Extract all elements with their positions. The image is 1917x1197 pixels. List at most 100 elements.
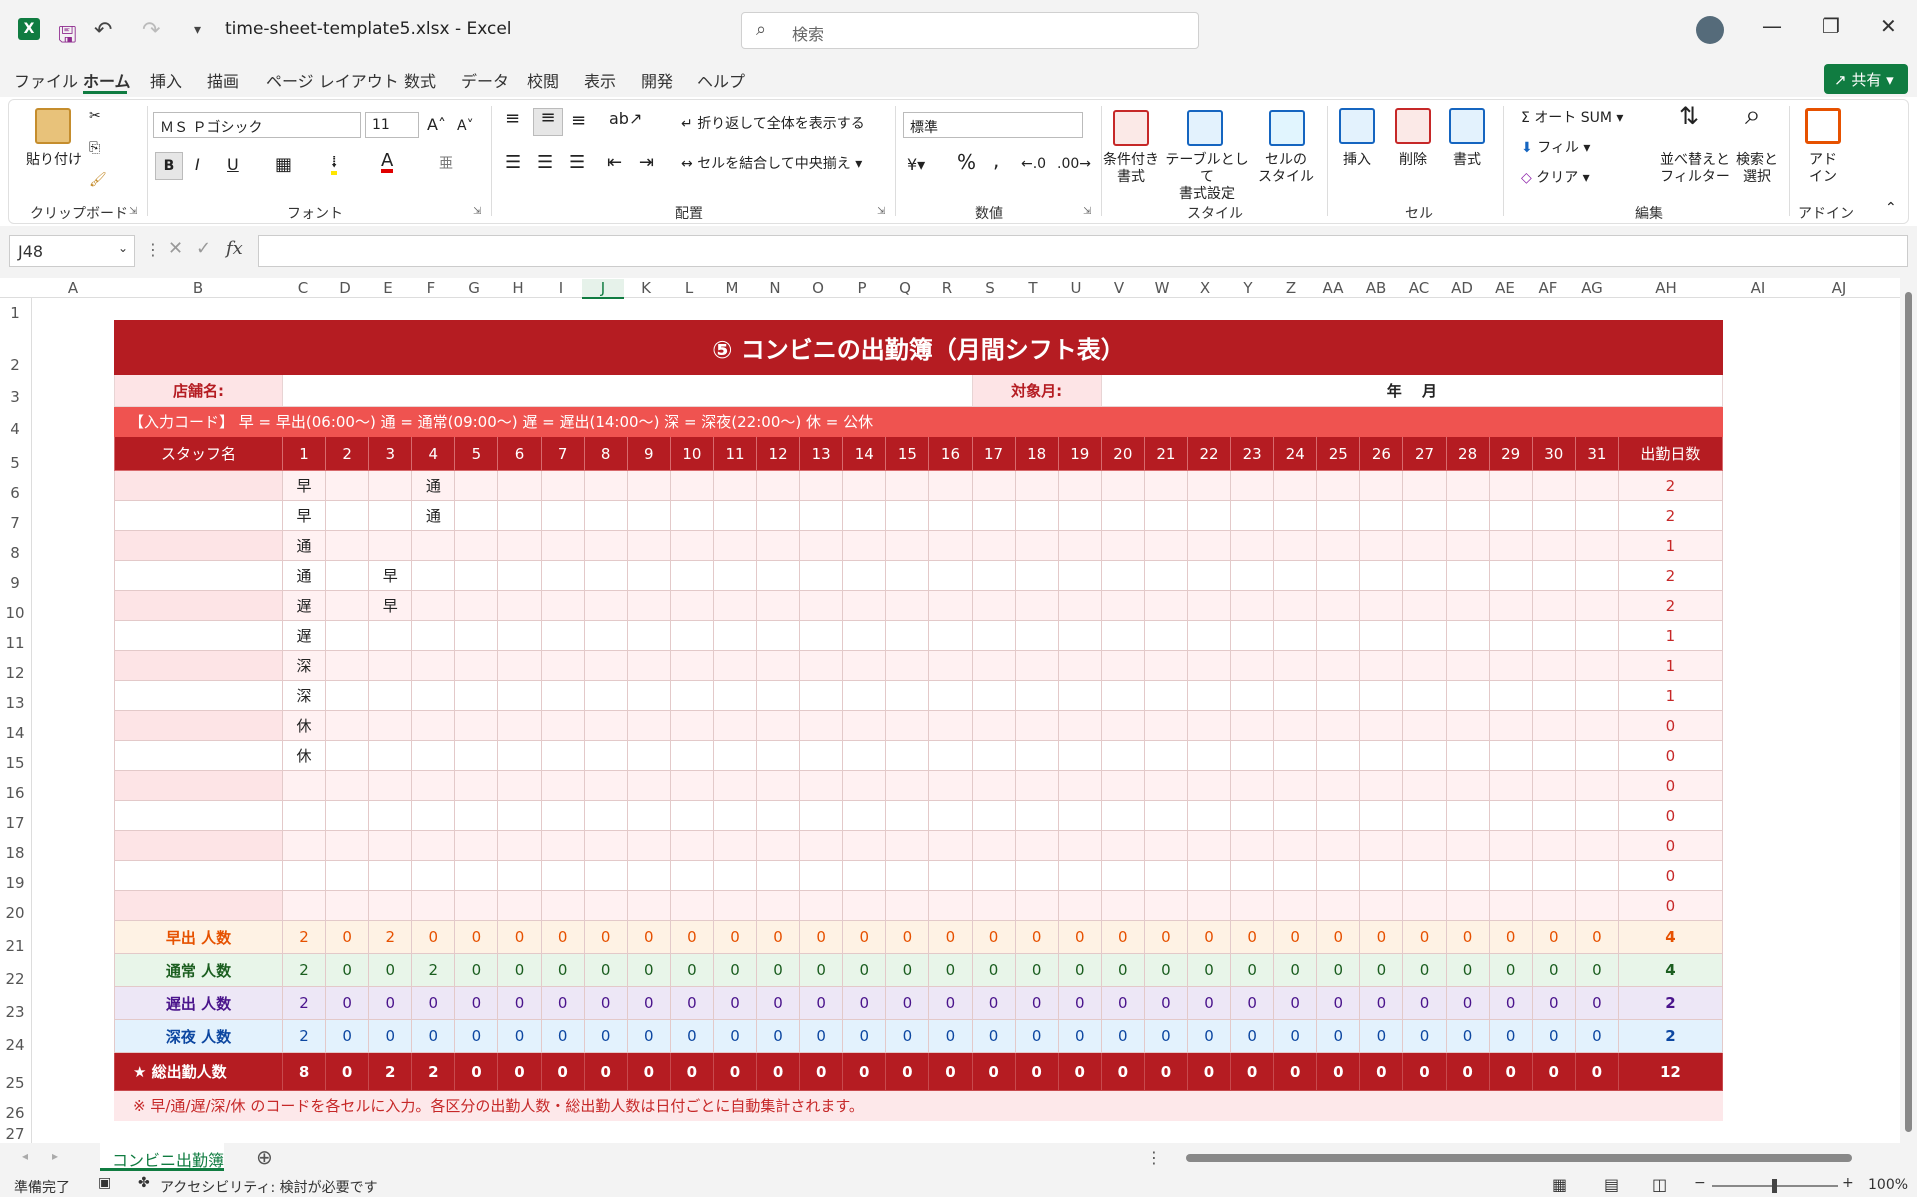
day-header[interactable]: 25: [1316, 436, 1361, 471]
shift-cell[interactable]: [1230, 680, 1275, 711]
shift-cell[interactable]: [1100, 650, 1145, 681]
shift-cell[interactable]: [540, 740, 585, 771]
shift-cell[interactable]: [799, 560, 844, 591]
column-header-n[interactable]: N: [754, 279, 796, 297]
work-days-cell[interactable]: 0: [1617, 830, 1723, 861]
shift-cell[interactable]: [1273, 680, 1318, 711]
shift-cell[interactable]: [928, 890, 973, 921]
shift-cell[interactable]: [626, 800, 671, 831]
shift-cell[interactable]: [1316, 530, 1361, 561]
shift-cell[interactable]: [497, 500, 542, 531]
shift-cell[interactable]: [626, 680, 671, 711]
shift-cell[interactable]: [1488, 770, 1533, 801]
shift-cell[interactable]: [928, 500, 973, 531]
store-name-input[interactable]: [282, 374, 973, 407]
day-header[interactable]: 15: [885, 436, 930, 471]
shift-cell[interactable]: [1402, 800, 1447, 831]
shift-cell[interactable]: [885, 560, 930, 591]
count-cell[interactable]: 0: [1359, 986, 1404, 1020]
shift-cell[interactable]: [1359, 890, 1404, 921]
column-header-o[interactable]: O: [796, 279, 840, 297]
orientation-icon[interactable]: ab↗: [609, 110, 642, 127]
shift-cell[interactable]: [756, 620, 801, 651]
shift-cell[interactable]: [1186, 560, 1232, 591]
day-header[interactable]: 19: [1057, 436, 1102, 471]
shift-cell[interactable]: [368, 620, 413, 651]
shift-cell[interactable]: [885, 620, 930, 651]
shift-cell[interactable]: [1359, 770, 1404, 801]
shift-cell[interactable]: [281, 890, 327, 921]
copy-icon[interactable]: ⎘: [89, 140, 100, 157]
shift-cell[interactable]: [1230, 530, 1275, 561]
shift-cell[interactable]: [325, 830, 370, 861]
shift-cell[interactable]: [1100, 800, 1145, 831]
count-cell[interactable]: 0: [1230, 953, 1275, 987]
shift-cell[interactable]: [1445, 530, 1490, 561]
shift-cell[interactable]: [756, 800, 801, 831]
shift-cell[interactable]: [1531, 770, 1576, 801]
shift-cell[interactable]: [1057, 860, 1102, 891]
column-header-e[interactable]: E: [366, 279, 410, 297]
count-cell[interactable]: 0: [1531, 953, 1576, 987]
code-legend[interactable]: 【入力コード】 早 = 早出(06:00～) 通 = 通常(09:00～) 遅 …: [114, 406, 1723, 437]
shift-cell[interactable]: [928, 620, 973, 651]
shift-cell[interactable]: [454, 830, 499, 861]
shift-cell[interactable]: [1230, 620, 1275, 651]
zoom-level[interactable]: 100%: [1868, 1177, 1908, 1193]
shift-cell[interactable]: [1402, 830, 1447, 861]
shift-cell[interactable]: [1359, 470, 1404, 501]
shift-cell[interactable]: [1488, 530, 1533, 561]
count-label[interactable]: 遅出 人数: [114, 986, 283, 1020]
shift-cell[interactable]: [1100, 770, 1145, 801]
count-cell[interactable]: 0: [1057, 986, 1102, 1020]
shift-cell[interactable]: [540, 470, 585, 501]
total-cell[interactable]: 0: [712, 1052, 758, 1091]
shift-cell[interactable]: [799, 470, 844, 501]
shift-cell[interactable]: [928, 650, 973, 681]
row-header-5[interactable]: 5: [0, 454, 30, 472]
shift-cell[interactable]: [1445, 800, 1490, 831]
paste-button[interactable]: 貼り付け: [26, 152, 82, 169]
count-cell[interactable]: 0: [971, 986, 1016, 1020]
count-cell[interactable]: 0: [1143, 920, 1188, 954]
shift-cell[interactable]: [928, 560, 973, 591]
tab-page-layout[interactable]: ページ レイアウト: [266, 68, 399, 92]
shift-cell[interactable]: [1273, 860, 1318, 891]
total-cell[interactable]: 0: [1230, 1052, 1275, 1091]
column-header-h[interactable]: H: [496, 279, 540, 297]
shift-cell[interactable]: [281, 830, 327, 861]
shift-cell[interactable]: [971, 860, 1016, 891]
count-cell[interactable]: 0: [1488, 953, 1533, 987]
shift-cell[interactable]: [1402, 470, 1447, 501]
shift-cell[interactable]: [1531, 710, 1576, 741]
shift-cell[interactable]: [1014, 830, 1059, 861]
column-header-ag[interactable]: AG: [1570, 279, 1614, 297]
shift-cell[interactable]: [1100, 620, 1145, 651]
shift-cell[interactable]: [669, 620, 714, 651]
shift-cell[interactable]: [540, 620, 585, 651]
sheet-tab[interactable]: コンビニ出勤簿: [100, 1143, 224, 1171]
shift-cell[interactable]: [1402, 530, 1447, 561]
column-header-ae[interactable]: AE: [1484, 279, 1526, 297]
shift-cell[interactable]: [799, 530, 844, 561]
total-cell[interactable]: 0: [1273, 1052, 1318, 1091]
work-days-cell[interactable]: 1: [1617, 620, 1723, 651]
shift-cell[interactable]: [712, 890, 758, 921]
shift-cell[interactable]: [756, 830, 801, 861]
tab-formulas[interactable]: 数式: [404, 68, 436, 92]
decrease-decimal-icon[interactable]: .00→: [1057, 156, 1091, 173]
shift-cell[interactable]: [1143, 530, 1188, 561]
count-cell[interactable]: 0: [928, 953, 973, 987]
count-cell[interactable]: 0: [325, 986, 370, 1020]
comma-icon[interactable]: ,: [993, 150, 999, 170]
staff-name-cell[interactable]: [114, 740, 283, 771]
zoom-slider[interactable]: [1712, 1179, 1838, 1193]
shift-cell[interactable]: [281, 770, 327, 801]
work-days-cell[interactable]: 2: [1617, 560, 1723, 591]
total-cell[interactable]: 0: [325, 1052, 370, 1091]
shift-cell[interactable]: [885, 470, 930, 501]
shift-cell[interactable]: [1359, 500, 1404, 531]
shift-cell[interactable]: [325, 890, 370, 921]
count-label[interactable]: 深夜 人数: [114, 1019, 283, 1053]
phonetic-icon[interactable]: 亜: [439, 156, 453, 173]
